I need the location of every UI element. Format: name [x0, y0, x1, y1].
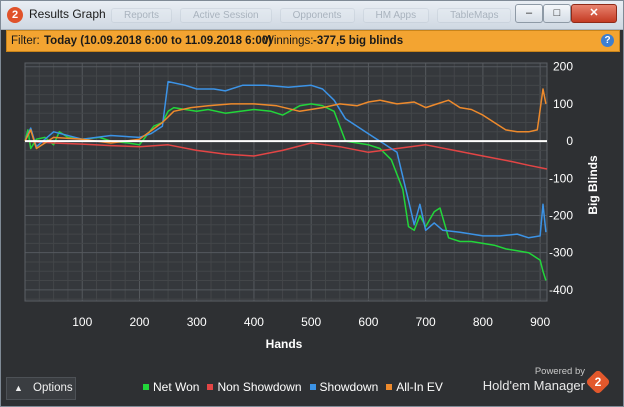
- y-tick-label: -400: [549, 283, 573, 297]
- legend-label-non-showdown: Non Showdown: [217, 380, 302, 394]
- legend-label-showdown: Showdown: [319, 380, 379, 394]
- brand-block: Powered by Hold'em Manager 2: [481, 365, 621, 403]
- results-graph-window: 2 Results Graph Reports Active Session O…: [0, 0, 624, 407]
- legend-swatch-net-won: [143, 384, 149, 390]
- legend-swatch-all-in-ev: [386, 384, 393, 390]
- chevron-up-icon: ▲: [14, 383, 23, 393]
- x-tick-label: 400: [244, 315, 264, 329]
- legend-item-non-showdown: Non Showdown: [207, 380, 302, 394]
- legend-item-showdown: Showdown: [309, 380, 379, 394]
- legend-swatch-non-showdown: [207, 384, 214, 390]
- brand-name: Hold'em Manager: [482, 378, 585, 393]
- powered-by-text: Powered by: [534, 366, 585, 377]
- x-tick-label: 100: [72, 315, 92, 329]
- x-tick-label: 200: [129, 315, 149, 329]
- legend-item-net-won: Net Won: [143, 380, 199, 394]
- y-tick-label: 200: [553, 60, 573, 74]
- x-tick-label: 700: [416, 315, 436, 329]
- y-tick-label: -100: [549, 171, 573, 185]
- chart-legend: Net Won Non Showdown Showdown All-In EV: [143, 379, 451, 395]
- y-tick-label: -200: [549, 208, 573, 222]
- results-chart: 100 200 300 400 500 600 700 800 900 200 100 0 -100 -2…: [24, 60, 600, 351]
- x-axis-title: Hands: [266, 337, 303, 351]
- legend-item-all-in-ev: All-In EV: [386, 380, 443, 394]
- y-tick-label: -300: [549, 246, 573, 260]
- options-label: Options: [33, 382, 73, 394]
- x-tick-label: 500: [301, 315, 321, 329]
- x-tick-label: 300: [187, 315, 207, 329]
- legend-swatch-showdown: [309, 384, 316, 390]
- legend-label-net-won: Net Won: [153, 380, 200, 394]
- x-tick-label: 900: [530, 315, 550, 329]
- x-tick-label: 800: [473, 315, 493, 329]
- x-tick-label: 600: [358, 315, 378, 329]
- y-axis-title: Big Blinds: [586, 155, 600, 215]
- hm2-logo-mark: 2: [594, 375, 602, 389]
- legend-label-all-in-ev: All-In EV: [396, 380, 443, 394]
- options-button[interactable]: ▲ Options: [6, 377, 76, 400]
- y-tick-label: 0: [566, 134, 573, 148]
- y-tick-label: 100: [553, 97, 573, 111]
